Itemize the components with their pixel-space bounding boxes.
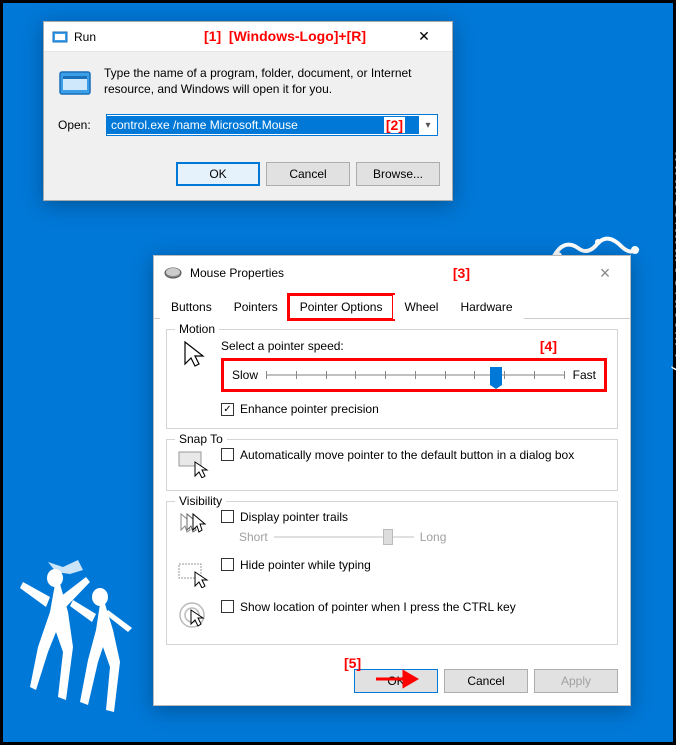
run-program-icon — [58, 66, 94, 100]
open-input[interactable] — [107, 116, 419, 134]
snapto-icon — [177, 448, 211, 478]
callout-4: [4] — [540, 338, 557, 354]
snapto-group: Snap To Automatically move pointer to th… — [166, 439, 618, 491]
trails-thumb — [383, 529, 393, 545]
trails-label: Display pointer trails — [240, 510, 348, 524]
ok-button[interactable]: OK — [176, 162, 260, 186]
run-dialog: Run [1] [Windows-Logo]+[R] ✕ Type the na… — [43, 21, 453, 201]
mouse-title: Mouse Properties — [190, 266, 453, 280]
run-title-icon — [52, 29, 68, 45]
trails-icon — [177, 510, 211, 540]
long-label: Long — [420, 530, 447, 544]
cancel-button[interactable]: Cancel — [266, 162, 350, 186]
trails-slider — [274, 528, 414, 546]
tab-pointer-options[interactable]: Pointer Options — [289, 295, 394, 319]
visibility-legend: Visibility — [175, 494, 226, 508]
tab-buttons[interactable]: Buttons — [160, 295, 223, 319]
close-icon[interactable]: × — [590, 263, 620, 284]
browse-button[interactable]: Browse... — [356, 162, 440, 186]
snapto-legend: Snap To — [175, 432, 227, 446]
tab-hardware[interactable]: Hardware — [449, 295, 523, 319]
hide-typing-checkbox[interactable] — [221, 558, 234, 571]
fast-label: Fast — [573, 368, 596, 382]
hide-typing-icon — [177, 558, 211, 588]
ctrl-locate-checkbox[interactable] — [221, 600, 234, 613]
enhance-precision-label: Enhance pointer precision — [240, 402, 379, 416]
mouse-properties-dialog: Mouse Properties [3] × Buttons Pointers … — [153, 255, 631, 706]
dancers-decoration — [8, 552, 148, 732]
callout-1: [1] [Windows-Logo]+[R] — [204, 28, 366, 44]
hide-typing-label: Hide pointer while typing — [240, 558, 371, 572]
ctrl-locate-label: Show location of pointer when I press th… — [240, 600, 516, 614]
pointer-speed-slider-area: Slow Fast — [221, 358, 607, 392]
arrow-icon — [374, 669, 424, 689]
run-description: Type the name of a program, folder, docu… — [104, 66, 438, 100]
motion-legend: Motion — [175, 322, 219, 336]
callout-2: [2] — [384, 117, 405, 133]
slow-label: Slow — [232, 368, 258, 382]
ctrl-locate-icon — [177, 600, 211, 630]
mouse-titlebar: Mouse Properties [3] × — [154, 256, 630, 290]
apply-button[interactable]: Apply — [534, 669, 618, 693]
snapto-checkbox[interactable] — [221, 448, 234, 461]
watermark-text: www.SoftwareOK.com :-) — [671, 149, 676, 372]
motion-group: Motion Select a pointer speed: [4] Slow — [166, 329, 618, 429]
run-titlebar: Run [1] [Windows-Logo]+[R] ✕ — [44, 22, 452, 52]
pointer-speed-label: Select a pointer speed: — [221, 339, 344, 353]
short-label: Short — [239, 530, 268, 544]
open-combobox[interactable]: [2] ▾ — [106, 114, 438, 136]
tab-wheel[interactable]: Wheel — [393, 295, 449, 319]
tab-pointers[interactable]: Pointers — [223, 295, 289, 319]
visibility-group: Visibility Display pointer trails Short — [166, 501, 618, 645]
pointer-speed-slider[interactable] — [266, 365, 565, 385]
cursor-icon — [177, 338, 211, 372]
open-label: Open: — [58, 118, 98, 132]
chevron-down-icon[interactable]: ▾ — [419, 120, 437, 131]
enhance-precision-checkbox[interactable]: ✓ — [221, 403, 234, 416]
callout-5: [5] — [344, 655, 361, 671]
mouse-icon — [164, 267, 182, 279]
snapto-label: Automatically move pointer to the defaul… — [240, 448, 574, 462]
callout-3: [3] — [453, 265, 470, 281]
trails-checkbox[interactable] — [221, 510, 234, 523]
cancel-button[interactable]: Cancel — [444, 669, 528, 693]
close-button[interactable]: ✕ — [404, 23, 444, 51]
tabs-row: Buttons Pointers Pointer Options Wheel H… — [154, 294, 630, 319]
slider-thumb[interactable] — [490, 367, 502, 385]
